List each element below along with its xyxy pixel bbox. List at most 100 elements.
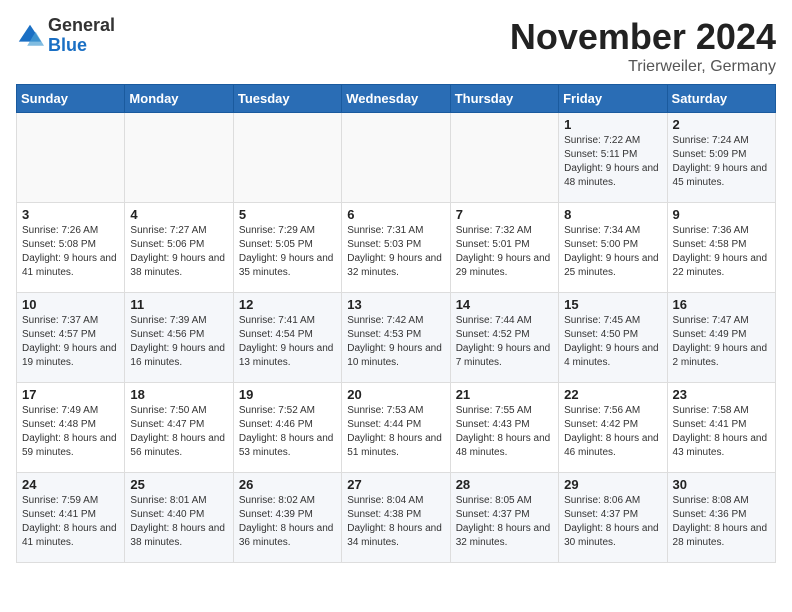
- day-number: 15: [564, 297, 661, 312]
- day-number: 7: [456, 207, 553, 222]
- day-number: 8: [564, 207, 661, 222]
- calendar-cell: [17, 113, 125, 203]
- day-number: 4: [130, 207, 227, 222]
- calendar-cell: [342, 113, 450, 203]
- day-number: 26: [239, 477, 336, 492]
- calendar-cell: 11 Sunrise: 7:39 AM Sunset: 4:56 PM Dayli…: [125, 293, 233, 383]
- week-row-2: 10 Sunrise: 7:37 AM Sunset: 4:57 PM Dayli…: [17, 293, 776, 383]
- calendar-cell: 16 Sunrise: 7:47 AM Sunset: 4:49 PM Dayli…: [667, 293, 775, 383]
- day-number: 1: [564, 117, 661, 132]
- logo-icon: [16, 22, 44, 50]
- day-info: Sunrise: 7:44 AM Sunset: 4:52 PM Dayligh…: [456, 314, 553, 370]
- day-info: Sunrise: 7:47 AM Sunset: 4:49 PM Dayligh…: [673, 314, 770, 370]
- header-thursday: Thursday: [450, 85, 558, 113]
- week-row-1: 3 Sunrise: 7:26 AM Sunset: 5:08 PM Daylig…: [17, 203, 776, 293]
- main-title: November 2024: [510, 16, 776, 58]
- header-saturday: Saturday: [667, 85, 775, 113]
- day-number: 30: [673, 477, 770, 492]
- day-info: Sunrise: 7:27 AM Sunset: 5:06 PM Dayligh…: [130, 224, 227, 280]
- header-monday: Monday: [125, 85, 233, 113]
- day-number: 21: [456, 387, 553, 402]
- day-number: 24: [22, 477, 119, 492]
- day-number: 17: [22, 387, 119, 402]
- day-number: 27: [347, 477, 444, 492]
- calendar-cell: 25 Sunrise: 8:01 AM Sunset: 4:40 PM Dayli…: [125, 473, 233, 563]
- calendar-cell: 6Sunrise: 7:31 AM Sunset: 5:03 PM Daylig…: [342, 203, 450, 293]
- title-section: November 2024 Trierweiler, Germany: [510, 16, 776, 76]
- day-number: 11: [130, 297, 227, 312]
- day-info: Sunrise: 7:49 AM Sunset: 4:48 PM Dayligh…: [22, 404, 119, 460]
- calendar-cell: 17 Sunrise: 7:49 AM Sunset: 4:48 PM Dayli…: [17, 383, 125, 473]
- day-number: 10: [22, 297, 119, 312]
- calendar-header: SundayMondayTuesdayWednesdayThursdayFrid…: [17, 85, 776, 113]
- calendar-cell: 23 Sunrise: 7:58 AM Sunset: 4:41 PM Dayli…: [667, 383, 775, 473]
- calendar-cell: 14Sunrise: 7:44 AM Sunset: 4:52 PM Dayli…: [450, 293, 558, 383]
- calendar-cell: 5 Sunrise: 7:29 AM Sunset: 5:05 PM Daylig…: [233, 203, 341, 293]
- day-info: Sunrise: 7:53 AM Sunset: 4:44 PM Dayligh…: [347, 404, 444, 460]
- header: General Blue November 2024 Trierweiler, …: [16, 16, 776, 76]
- day-info: Sunrise: 7:56 AM Sunset: 4:42 PM Dayligh…: [564, 404, 661, 460]
- day-info: Sunrise: 7:37 AM Sunset: 4:57 PM Dayligh…: [22, 314, 119, 370]
- logo-general-text: General: [48, 16, 115, 36]
- logo-text: General Blue: [48, 16, 115, 56]
- calendar-cell: 8Sunrise: 7:34 AM Sunset: 5:00 PM Daylig…: [559, 203, 667, 293]
- day-info: Sunrise: 7:58 AM Sunset: 4:41 PM Dayligh…: [673, 404, 770, 460]
- day-info: Sunrise: 7:45 AM Sunset: 4:50 PM Dayligh…: [564, 314, 661, 370]
- calendar-cell: 1 Sunrise: 7:22 AM Sunset: 5:11 PM Daylig…: [559, 113, 667, 203]
- calendar-cell: 9 Sunrise: 7:36 AM Sunset: 4:58 PM Daylig…: [667, 203, 775, 293]
- calendar-cell: 24Sunrise: 7:59 AM Sunset: 4:41 PM Dayli…: [17, 473, 125, 563]
- day-number: 19: [239, 387, 336, 402]
- header-tuesday: Tuesday: [233, 85, 341, 113]
- calendar-cell: 21 Sunrise: 7:55 AM Sunset: 4:43 PM Dayli…: [450, 383, 558, 473]
- calendar-cell: [233, 113, 341, 203]
- day-info: Sunrise: 8:01 AM Sunset: 4:40 PM Dayligh…: [130, 494, 227, 550]
- logo: General Blue: [16, 16, 115, 56]
- day-info: Sunrise: 7:39 AM Sunset: 4:56 PM Dayligh…: [130, 314, 227, 370]
- subtitle: Trierweiler, Germany: [510, 58, 776, 76]
- day-number: 16: [673, 297, 770, 312]
- day-info: Sunrise: 7:26 AM Sunset: 5:08 PM Dayligh…: [22, 224, 119, 280]
- day-info: Sunrise: 7:52 AM Sunset: 4:46 PM Dayligh…: [239, 404, 336, 460]
- calendar-cell: [125, 113, 233, 203]
- day-number: 3: [22, 207, 119, 222]
- day-number: 29: [564, 477, 661, 492]
- day-number: 20: [347, 387, 444, 402]
- calendar-cell: 26Sunrise: 8:02 AM Sunset: 4:39 PM Dayli…: [233, 473, 341, 563]
- day-info: Sunrise: 7:50 AM Sunset: 4:47 PM Dayligh…: [130, 404, 227, 460]
- day-info: Sunrise: 7:41 AM Sunset: 4:54 PM Dayligh…: [239, 314, 336, 370]
- day-info: Sunrise: 7:42 AM Sunset: 4:53 PM Dayligh…: [347, 314, 444, 370]
- calendar-cell: 12 Sunrise: 7:41 AM Sunset: 4:54 PM Dayli…: [233, 293, 341, 383]
- day-number: 5: [239, 207, 336, 222]
- day-info: Sunrise: 7:29 AM Sunset: 5:05 PM Dayligh…: [239, 224, 336, 280]
- calendar-cell: 30Sunrise: 8:08 AM Sunset: 4:36 PM Dayli…: [667, 473, 775, 563]
- day-number: 9: [673, 207, 770, 222]
- calendar-cell: 10 Sunrise: 7:37 AM Sunset: 4:57 PM Dayli…: [17, 293, 125, 383]
- calendar-cell: 20 Sunrise: 7:53 AM Sunset: 4:44 PM Dayli…: [342, 383, 450, 473]
- day-number: 22: [564, 387, 661, 402]
- header-sunday: Sunday: [17, 85, 125, 113]
- day-number: 23: [673, 387, 770, 402]
- day-info: Sunrise: 7:22 AM Sunset: 5:11 PM Dayligh…: [564, 134, 661, 190]
- calendar-cell: 18Sunrise: 7:50 AM Sunset: 4:47 PM Dayli…: [125, 383, 233, 473]
- day-info: Sunrise: 7:55 AM Sunset: 4:43 PM Dayligh…: [456, 404, 553, 460]
- day-info: Sunrise: 7:24 AM Sunset: 5:09 PM Dayligh…: [673, 134, 770, 190]
- day-number: 2: [673, 117, 770, 132]
- calendar-cell: 13Sunrise: 7:42 AM Sunset: 4:53 PM Dayli…: [342, 293, 450, 383]
- calendar-cell: [450, 113, 558, 203]
- day-number: 25: [130, 477, 227, 492]
- day-number: 28: [456, 477, 553, 492]
- day-info: Sunrise: 8:06 AM Sunset: 4:37 PM Dayligh…: [564, 494, 661, 550]
- header-friday: Friday: [559, 85, 667, 113]
- logo-blue-text: Blue: [48, 36, 115, 56]
- calendar-cell: 27 Sunrise: 8:04 AM Sunset: 4:38 PM Dayli…: [342, 473, 450, 563]
- day-info: Sunrise: 7:32 AM Sunset: 5:01 PM Dayligh…: [456, 224, 553, 280]
- day-number: 6: [347, 207, 444, 222]
- day-info: Sunrise: 7:36 AM Sunset: 4:58 PM Dayligh…: [673, 224, 770, 280]
- header-row: SundayMondayTuesdayWednesdayThursdayFrid…: [17, 85, 776, 113]
- day-number: 12: [239, 297, 336, 312]
- day-info: Sunrise: 8:04 AM Sunset: 4:38 PM Dayligh…: [347, 494, 444, 550]
- week-row-3: 17 Sunrise: 7:49 AM Sunset: 4:48 PM Dayli…: [17, 383, 776, 473]
- week-row-0: 1 Sunrise: 7:22 AM Sunset: 5:11 PM Daylig…: [17, 113, 776, 203]
- calendar-cell: 4 Sunrise: 7:27 AM Sunset: 5:06 PM Daylig…: [125, 203, 233, 293]
- calendar-table: SundayMondayTuesdayWednesdayThursdayFrid…: [16, 84, 776, 563]
